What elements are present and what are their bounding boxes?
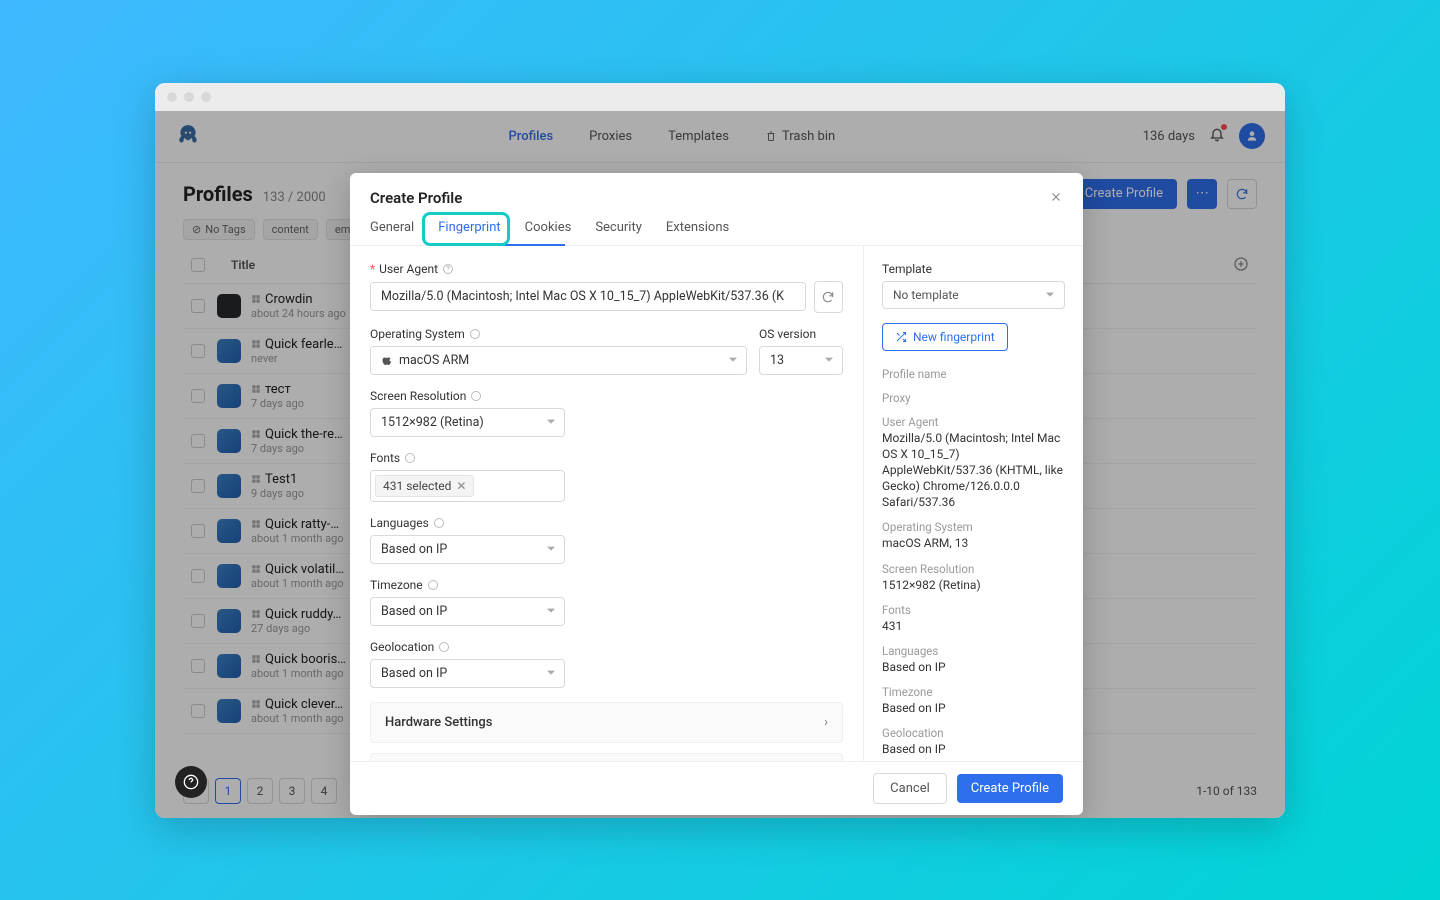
window-titlebar bbox=[155, 83, 1285, 111]
summary-value: 431 bbox=[882, 618, 1065, 634]
summary-value: Based on IP bbox=[882, 659, 1065, 675]
shuffle-icon bbox=[895, 331, 907, 343]
fonts-chip: 431 selected✕ bbox=[375, 475, 474, 497]
help-icon[interactable] bbox=[442, 263, 454, 275]
summary-label: Geolocation bbox=[882, 726, 1065, 740]
traffic-light-minimize[interactable] bbox=[184, 92, 194, 102]
fonts-input[interactable]: 431 selected✕ bbox=[370, 470, 565, 502]
apple-icon bbox=[381, 354, 393, 366]
modal-tabs: General Fingerprint Cookies Security Ext… bbox=[350, 220, 1083, 246]
question-icon bbox=[183, 774, 199, 790]
close-icon bbox=[1049, 190, 1063, 204]
browser-window: Profiles Proxies Templates Trash bin 136… bbox=[155, 83, 1285, 818]
summary-label: Profile name bbox=[882, 367, 1065, 381]
summary-value: Based on IP bbox=[882, 700, 1065, 716]
summary-label: Screen Resolution bbox=[882, 562, 1065, 576]
modal-close-button[interactable] bbox=[1049, 189, 1063, 208]
summary-label: Timezone bbox=[882, 685, 1065, 699]
template-label: Template bbox=[882, 262, 1065, 276]
ua-input[interactable] bbox=[370, 282, 806, 311]
tab-fingerprint[interactable]: Fingerprint bbox=[438, 220, 500, 245]
connection-settings-section[interactable]: Additional Connection Settings › bbox=[370, 753, 843, 761]
summary-label: Languages bbox=[882, 644, 1065, 658]
lang-label: Languages bbox=[370, 516, 429, 530]
os-select[interactable]: macOS ARM bbox=[370, 346, 747, 375]
modal-footer: Cancel Create Profile bbox=[350, 761, 1083, 815]
modal-title: Create Profile bbox=[370, 189, 462, 207]
help-icon[interactable] bbox=[470, 390, 482, 402]
cancel-button[interactable]: Cancel bbox=[873, 773, 947, 804]
new-fingerprint-button[interactable]: New fingerprint bbox=[882, 323, 1008, 351]
tab-extensions[interactable]: Extensions bbox=[666, 220, 729, 245]
hardware-settings-label: Hardware Settings bbox=[385, 715, 492, 730]
tz-select[interactable]: Based on IP bbox=[370, 597, 565, 626]
help-icon[interactable] bbox=[433, 517, 445, 529]
fonts-chip-remove[interactable]: ✕ bbox=[456, 479, 466, 493]
modal-body: *User Agent Operating System macOS ARM O bbox=[350, 246, 1083, 761]
modal-summary-panel: Template No template New fingerprint Pro… bbox=[863, 246, 1083, 761]
osv-label: OS version bbox=[759, 327, 816, 341]
app-root: Profiles Proxies Templates Trash bin 136… bbox=[155, 111, 1285, 818]
geo-label: Geolocation bbox=[370, 640, 434, 654]
tab-general[interactable]: General bbox=[370, 220, 414, 245]
hardware-settings-section[interactable]: Hardware Settings › bbox=[370, 702, 843, 743]
template-select[interactable]: No template bbox=[882, 281, 1065, 309]
help-float-button[interactable] bbox=[175, 766, 207, 798]
lang-select[interactable]: Based on IP bbox=[370, 535, 565, 564]
create-profile-submit-button[interactable]: Create Profile bbox=[957, 774, 1063, 803]
tab-cookies[interactable]: Cookies bbox=[525, 220, 572, 245]
osv-select[interactable]: 13 bbox=[759, 346, 843, 375]
sr-label: Screen Resolution bbox=[370, 389, 466, 403]
modal-header: Create Profile bbox=[350, 173, 1083, 220]
traffic-light-close[interactable] bbox=[167, 92, 177, 102]
geo-select[interactable]: Based on IP bbox=[370, 659, 565, 688]
modal-form: *User Agent Operating System macOS ARM O bbox=[350, 246, 863, 761]
regenerate-ua-button[interactable] bbox=[814, 281, 844, 313]
summary-value: macOS ARM, 13 bbox=[882, 535, 1065, 551]
fonts-label: Fonts bbox=[370, 451, 400, 465]
summary-value: Mozilla/5.0 (Macintosh; Intel Mac OS X 1… bbox=[882, 430, 1065, 511]
help-icon[interactable] bbox=[404, 452, 416, 464]
traffic-light-zoom[interactable] bbox=[201, 92, 211, 102]
summary-value: 1512×982 (Retina) bbox=[882, 577, 1065, 593]
ua-label: User Agent bbox=[379, 262, 438, 276]
summary-label: User Agent bbox=[882, 415, 1065, 429]
summary-value: Based on IP bbox=[882, 741, 1065, 757]
summary-label: Operating System bbox=[882, 520, 1065, 534]
os-label: Operating System bbox=[370, 327, 465, 341]
help-icon[interactable] bbox=[427, 579, 439, 591]
chevron-right-icon: › bbox=[824, 715, 828, 730]
help-icon[interactable] bbox=[438, 641, 450, 653]
tab-security[interactable]: Security bbox=[595, 220, 642, 245]
tz-label: Timezone bbox=[370, 578, 423, 592]
sr-select[interactable]: 1512×982 (Retina) bbox=[370, 408, 565, 437]
summary-label: Fonts bbox=[882, 603, 1065, 617]
summary-label: Proxy bbox=[882, 391, 1065, 405]
refresh-icon bbox=[821, 290, 835, 304]
help-icon[interactable] bbox=[469, 328, 481, 340]
create-profile-modal: Create Profile General Fingerprint Cooki… bbox=[350, 173, 1083, 815]
